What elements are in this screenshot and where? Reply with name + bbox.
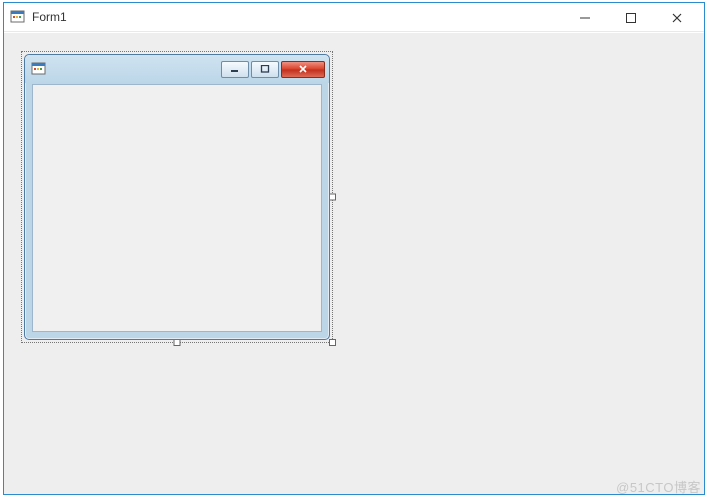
designer-surface[interactable]	[4, 33, 704, 494]
outer-titlebar[interactable]: Form1	[4, 3, 704, 32]
resize-handle-southeast[interactable]	[329, 339, 336, 346]
minimize-icon	[230, 65, 240, 73]
minimize-button[interactable]	[562, 3, 608, 32]
close-icon	[672, 13, 682, 23]
inner-window-controls	[221, 61, 325, 78]
inner-client-area[interactable]	[32, 84, 322, 332]
resize-handle-east[interactable]	[329, 194, 336, 201]
minimize-icon	[580, 13, 590, 23]
maximize-icon	[626, 13, 636, 23]
outer-window-title: Form1	[32, 10, 562, 24]
close-button[interactable]	[654, 3, 700, 32]
parent-form-window: Form1	[3, 2, 705, 495]
inner-maximize-button[interactable]	[251, 61, 279, 78]
inner-minimize-button[interactable]	[221, 61, 249, 78]
winforms-app-icon	[31, 61, 47, 77]
maximize-icon	[260, 65, 270, 73]
close-icon	[297, 65, 309, 73]
inner-close-button[interactable]	[281, 61, 325, 78]
inner-titlebar[interactable]	[25, 55, 329, 83]
winforms-app-icon	[10, 9, 26, 25]
outer-window-controls	[562, 3, 700, 31]
resize-handle-south[interactable]	[174, 339, 181, 346]
child-form-window[interactable]	[24, 54, 330, 340]
maximize-button[interactable]	[608, 3, 654, 32]
